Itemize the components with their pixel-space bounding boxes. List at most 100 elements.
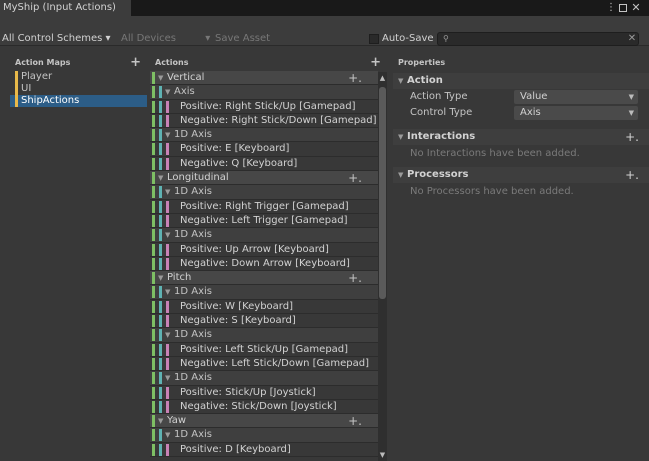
- foldout-arrow-icon[interactable]: ▼: [158, 71, 163, 84]
- chevron-down-icon: ▼: [628, 93, 634, 101]
- processors-section-header[interactable]: ▼ Processors +.: [393, 167, 649, 183]
- binding-part-row[interactable]: Positive: Up Arrow [Keyboard]: [150, 243, 378, 257]
- close-icon[interactable]: ✕: [630, 0, 642, 16]
- action-label: Yaw: [167, 415, 187, 427]
- control-type-label: Control Type: [410, 107, 473, 118]
- action-row[interactable]: ▼ Yaw +.: [150, 414, 378, 429]
- binding-part-row[interactable]: Negative: Stick/Down [Joystick]: [150, 400, 378, 415]
- add-binding-button[interactable]: +.: [348, 414, 362, 427]
- foldout-arrow-icon[interactable]: ▼: [158, 171, 163, 184]
- tree-indent-marker: [152, 372, 155, 385]
- binding-part-row[interactable]: Positive: W [Keyboard]: [150, 300, 378, 315]
- action-type-dropdown[interactable]: Value ▼: [514, 90, 638, 104]
- control-type-value: Axis: [520, 107, 541, 118]
- control-scheme-dropdown[interactable]: All Control Schemes ▾: [2, 31, 111, 47]
- tree-indent-marker: [166, 386, 169, 399]
- composite-binding-row[interactable]: ▼ 1D Axis: [150, 185, 378, 200]
- clear-search-icon[interactable]: ✕: [627, 32, 637, 46]
- foldout-arrow-icon[interactable]: ▼: [158, 271, 163, 284]
- tree-indent-marker: [159, 257, 162, 270]
- binding-part-row[interactable]: Negative: Down Arrow [Keyboard]: [150, 257, 378, 272]
- binding-part-row[interactable]: Negative: Left Trigger [Gamepad]: [150, 214, 378, 229]
- tree-indent-marker: [152, 114, 155, 127]
- maximize-icon[interactable]: [619, 4, 627, 12]
- interactions-section-header[interactable]: ▼ Interactions +.: [393, 129, 649, 145]
- foldout-arrow-icon[interactable]: ▼: [165, 428, 170, 441]
- add-processor-button[interactable]: +.: [625, 167, 639, 183]
- add-interaction-button[interactable]: +.: [625, 129, 639, 145]
- tree-indent-marker: [152, 443, 155, 456]
- foldout-arrow-icon[interactable]: ▼: [165, 328, 170, 341]
- foldout-arrow-icon: ▼: [398, 171, 404, 179]
- tree-indent-marker: [152, 272, 155, 285]
- foldout-arrow-icon[interactable]: ▼: [165, 371, 170, 384]
- binding-label: Positive: Up Arrow [Keyboard]: [180, 243, 329, 255]
- binding-part-row[interactable]: Positive: D [Keyboard]: [150, 443, 378, 458]
- scrollbar-thumb[interactable]: [379, 87, 386, 299]
- chevron-down-icon: ▾: [205, 33, 211, 44]
- composite-binding-row[interactable]: ▼ 1D Axis: [150, 371, 378, 386]
- composite-binding-row[interactable]: ▼ 1D Axis: [150, 228, 378, 243]
- action-row[interactable]: ▼ Pitch +.: [150, 271, 378, 286]
- foldout-arrow-icon[interactable]: ▼: [165, 128, 170, 141]
- binding-part-row[interactable]: Negative: Q [Keyboard]: [150, 157, 378, 172]
- composite-binding-row[interactable]: ▼ 1D Axis: [150, 428, 378, 443]
- processors-section-label: Processors: [407, 169, 469, 180]
- action-row[interactable]: ▼ Vertical +.: [150, 71, 378, 86]
- devices-dropdown[interactable]: All Devices ▾: [121, 31, 210, 47]
- foldout-arrow-icon[interactable]: ▼: [165, 285, 170, 298]
- action-map-item[interactable]: Player: [10, 71, 147, 83]
- action-map-item[interactable]: ShipActions: [10, 95, 147, 107]
- foldout-arrow-icon: ▼: [398, 133, 404, 141]
- binding-part-row[interactable]: Positive: E [Keyboard]: [150, 142, 378, 157]
- tree-indent-marker: [159, 200, 162, 213]
- binding-part-row[interactable]: Negative: Left Stick/Down [Gamepad]: [150, 357, 378, 372]
- composite-binding-row[interactable]: ▼ 1D Axis: [150, 128, 378, 143]
- search-input[interactable]: [437, 32, 639, 46]
- foldout-arrow-icon[interactable]: ▼: [165, 85, 170, 98]
- composite-binding-row[interactable]: ▼ Axis: [150, 85, 378, 100]
- scroll-up-icon[interactable]: ▲: [378, 72, 387, 84]
- tree-indent-marker: [159, 443, 162, 456]
- tree-indent-marker: [166, 443, 169, 456]
- tree-indent-marker: [152, 214, 155, 227]
- add-action-button[interactable]: +: [370, 55, 381, 71]
- add-binding-button[interactable]: +.: [348, 71, 362, 84]
- save-asset-button[interactable]: Save Asset: [215, 31, 270, 47]
- autosave-checkbox[interactable]: [369, 34, 379, 44]
- binding-part-row[interactable]: Positive: Right Stick/Up [Gamepad]: [150, 100, 378, 114]
- tree-indent-marker: [166, 343, 169, 356]
- binding-part-row[interactable]: Positive: Right Trigger [Gamepad]: [150, 200, 378, 214]
- binding-part-row[interactable]: Positive: Left Stick/Up [Gamepad]: [150, 343, 378, 357]
- binding-part-row[interactable]: Negative: S [Keyboard]: [150, 314, 378, 329]
- composite-binding-row[interactable]: ▼ 1D Axis: [150, 328, 378, 343]
- action-maps-panel: Action Maps + Player UI ShipActions: [10, 55, 147, 461]
- tree-indent-marker: [159, 243, 162, 256]
- composite-binding-row[interactable]: ▼ 1D Axis: [150, 285, 378, 300]
- foldout-arrow-icon[interactable]: ▼: [165, 185, 170, 198]
- binding-label: Negative: Right Stick/Down [Gamepad]: [180, 114, 377, 126]
- action-row[interactable]: ▼ Longitudinal +.: [150, 171, 378, 186]
- add-action-map-button[interactable]: +: [130, 55, 141, 71]
- tree-indent-marker: [152, 243, 155, 256]
- chevron-down-icon: ▼: [628, 109, 634, 117]
- scroll-down-icon[interactable]: ▼: [378, 449, 387, 461]
- foldout-arrow-icon[interactable]: ▼: [165, 228, 170, 241]
- binding-part-row[interactable]: Negative: Right Stick/Down [Gamepad]: [150, 114, 378, 129]
- binding-part-row[interactable]: Positive: Stick/Up [Joystick]: [150, 386, 378, 400]
- action-map-item[interactable]: UI: [10, 83, 147, 95]
- add-binding-button[interactable]: +.: [348, 171, 362, 184]
- action-section-header[interactable]: ▼ Action: [393, 73, 649, 89]
- tree-indent-marker: [152, 200, 155, 213]
- window-tab[interactable]: MyShip (Input Actions): [0, 0, 131, 16]
- control-type-dropdown[interactable]: Axis ▼: [514, 106, 638, 120]
- binding-label: Positive: Right Stick/Up [Gamepad]: [180, 100, 356, 112]
- tree-indent-marker: [152, 229, 155, 242]
- actions-title: Actions: [155, 58, 189, 67]
- add-binding-button[interactable]: +.: [348, 271, 362, 284]
- binding-label: 1D Axis: [174, 372, 212, 384]
- kebab-menu-icon[interactable]: ⋮: [606, 0, 616, 16]
- processors-empty-text: No Processors have been added.: [410, 186, 574, 197]
- binding-label: Axis: [174, 86, 195, 98]
- foldout-arrow-icon[interactable]: ▼: [158, 414, 163, 427]
